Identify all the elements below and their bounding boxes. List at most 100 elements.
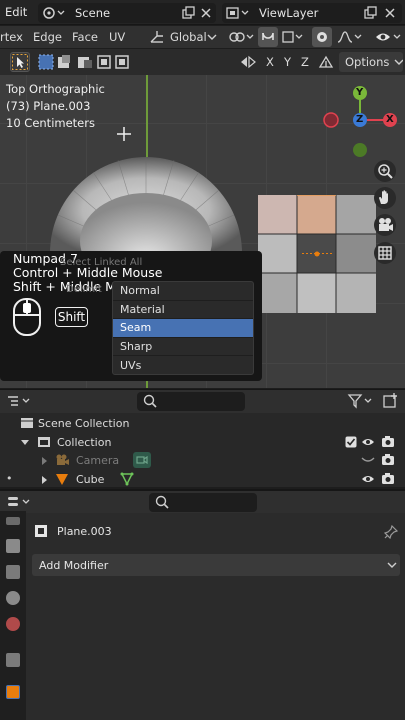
output-tab-icon[interactable] [6,565,20,579]
add-modifier-dropdown[interactable]: Add Modifier [32,554,400,576]
hand-icon [379,190,388,204]
expand-arrow-icon[interactable] [40,456,48,466]
expand-arrow-icon[interactable] [40,475,48,485]
properties-search-input[interactable] [149,493,257,512]
filter-icon[interactable] [347,393,375,409]
shift-key-label: Shift [57,310,86,324]
chevron-down-icon [207,34,217,40]
search-icon [155,495,169,509]
outliner-row-collection[interactable]: Collection [0,433,405,452]
gizmo-z-label: Z [356,114,364,125]
menu-item-uvs[interactable]: UVs [113,356,253,375]
object-tab-icon[interactable] [6,685,20,699]
eye-closed-icon[interactable] [361,454,375,466]
scene-collection-icon [21,418,33,428]
eye-icon[interactable] [361,436,375,448]
grid-view-button[interactable] [374,242,396,264]
close-icon[interactable] [198,5,214,21]
object-icon [35,525,47,537]
add-modifier-label: Add Modifier [39,558,109,572]
outliner-tree: Scene Collection Collection Camera • Cub… [0,414,405,488]
properties-panel: Plane.003 Add Modifier [0,489,405,720]
eye-icon[interactable] [361,473,375,485]
select-similar-menu: Normal Material Seam Sharp UVs [112,281,254,375]
mesh-object-icon [56,473,68,485]
outliner-row-camera[interactable]: Camera [0,451,405,470]
viewlayer-name: ViewLayer [259,6,319,20]
editor-type-icon[interactable] [6,393,34,409]
transform-orientation-icon [150,31,163,43]
menu-item-normal[interactable]: Normal [113,282,253,301]
select-mode-icons[interactable] [38,54,130,70]
tool-header: X Y Z Options [0,49,405,75]
snap-target-icon[interactable] [281,29,309,45]
orientation-dropdown[interactable]: Global [170,30,207,44]
options-label: Options [345,55,390,69]
camera-view-button[interactable] [374,214,396,236]
menu-vertex[interactable]: rtex [0,30,23,44]
snap-toggle[interactable] [258,27,278,47]
tool-tab-icon[interactable] [6,517,20,525]
object-name: Plane.003 [57,524,112,538]
checkbox-icon[interactable] [345,436,357,448]
outliner-panel: Scene Collection Collection Camera • Cub… [0,389,405,487]
falloff-icon[interactable] [336,29,364,45]
expand-arrow-icon[interactable] [20,438,30,448]
menu-item-material[interactable]: Material [113,301,253,320]
viewport-header: rtex Edge Face UV Global [0,26,405,48]
copy-viewlayer-icon[interactable] [362,5,378,21]
menu-edge[interactable]: Edge [33,30,62,44]
outliner-row-cube[interactable]: • Cube [0,470,405,489]
render-tab-icon[interactable] [6,539,20,553]
render-camera-icon[interactable] [381,453,395,466]
pan-button[interactable] [374,187,396,209]
view-name: Top Orthographic [6,82,105,96]
render-camera-icon[interactable] [381,435,395,448]
outliner-header [0,390,405,413]
copy-scene-icon[interactable] [180,5,196,21]
proportional-edit-toggle[interactable] [312,27,332,47]
pivot-point-icon[interactable] [227,29,257,45]
outliner-label: Cube [76,472,105,486]
search-icon [143,394,157,408]
scene-selector[interactable]: Scene [38,3,216,23]
chevron-down-icon [394,59,403,65]
mirror-z-toggle[interactable]: Z [301,55,309,69]
cursor-arrow-icon [12,54,28,70]
pin-icon[interactable] [384,525,398,539]
visibility-eye-icon[interactable] [374,29,404,45]
mirror-y-toggle[interactable]: Y [284,55,291,69]
collection-icon [38,436,50,447]
collection-tab-icon[interactable] [6,653,20,667]
grid-icon [378,246,392,260]
world-tab-icon[interactable] [6,617,20,631]
gizmo-x-label: X [386,114,394,125]
scene-tab-icon[interactable] [6,591,20,605]
outliner-search-input[interactable] [137,392,245,411]
mirror-options-icon[interactable] [238,54,258,70]
close-icon[interactable] [382,5,398,21]
camera-object-icon [56,454,69,465]
outliner-label: Camera [76,454,120,467]
topology-mirror-icon[interactable] [317,54,335,70]
scale-info: 10 Centimeters [6,116,95,130]
gizmo-y-label: Y [356,87,364,98]
outliner-row-scene-collection[interactable]: Scene Collection [0,414,405,433]
plane-mesh[interactable] [258,195,376,313]
editor-type-icon[interactable] [6,494,34,510]
menu-item-seam[interactable]: Seam [113,319,253,338]
edit-menu[interactable]: Edit [5,5,27,19]
zoom-button[interactable] [374,160,396,182]
menu-face[interactable]: Face [72,30,98,44]
faded-text-select-linked: Select Linked All [60,257,143,268]
options-dropdown[interactable]: Options [339,52,403,72]
render-camera-icon[interactable] [381,472,395,485]
viewlayer-icon [226,7,249,19]
new-collection-icon[interactable] [382,392,400,410]
menu-uv[interactable]: UV [109,30,125,44]
mirror-x-toggle[interactable]: X [266,55,274,69]
menu-item-sharp[interactable]: Sharp [113,338,253,357]
select-tool-button[interactable] [10,52,30,72]
object-info: (73) Plane.003 [6,99,91,113]
viewlayer-selector[interactable]: ViewLayer [222,3,402,23]
